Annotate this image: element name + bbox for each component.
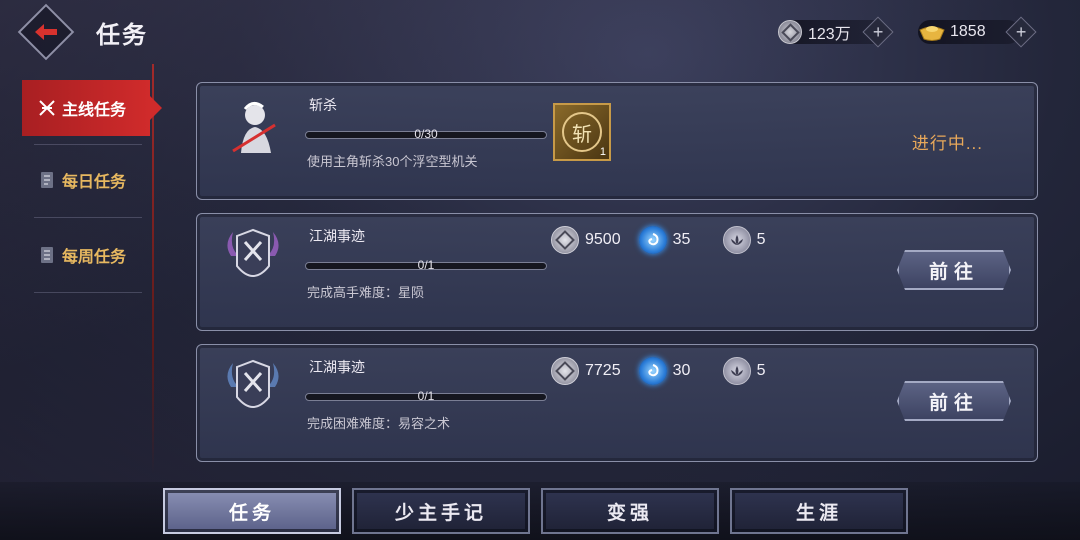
task-description: 完成高手难度：星陨 [307, 285, 425, 300]
tab-tasks[interactable]: 任务 [163, 488, 341, 534]
gold-currency: 1858 + [918, 16, 1037, 48]
reward-row: 9500 35 5 [551, 226, 807, 254]
reward-blue-swirl[interactable]: 35 [638, 226, 705, 254]
go-button[interactable]: 前往 [897, 250, 1011, 290]
task-progress-text: 0/1 [417, 389, 435, 403]
sidebar-item-main-quest[interactable]: 主线任务 [22, 80, 162, 136]
reward-lotus[interactable]: 5 [722, 226, 789, 254]
back-button[interactable] [17, 3, 75, 61]
slash-skill-icon: 斩 [562, 112, 602, 152]
task-card: 江湖事迹 0/1 完成高手难度：星陨 9500 35 5 前往 [196, 213, 1038, 331]
task-category-sidebar: 主线任务 每日任务 每周任务 [0, 64, 162, 484]
sidebar-rail [152, 64, 154, 474]
reward-amount: 5 [756, 231, 766, 248]
sidebar-divider [34, 144, 142, 145]
bottom-tab-bar [0, 482, 1080, 540]
page-title: 任务 [96, 22, 148, 49]
sidebar-item-label: 每日任务 [62, 174, 127, 191]
sidebar-item-daily-quest[interactable]: 每日任务 [22, 152, 150, 208]
blue-swirl-icon [638, 226, 667, 254]
task-name: 江湖事迹 [309, 359, 365, 375]
jianghu-shield-icon [227, 228, 279, 277]
reward-item-slot[interactable]: 斩 1 [553, 103, 611, 161]
silver-currency: 123万 + [778, 16, 894, 48]
task-progress-text: 0/30 [414, 127, 438, 141]
reward-quantity: 1 [599, 146, 606, 158]
reward-silver[interactable]: 7725 [551, 357, 621, 385]
task-description: 完成困难难度：易容之术 [307, 416, 451, 431]
back-arrow-icon [35, 24, 57, 40]
tab-young-master-notes[interactable]: 少主手记 [352, 488, 530, 534]
silver-coin-icon [778, 20, 802, 44]
sidebar-divider [34, 217, 142, 218]
lotus-icon [722, 226, 751, 254]
sidebar-divider [34, 292, 142, 293]
book-icon [38, 246, 56, 264]
sidebar-item-weekly-quest[interactable]: 每周任务 [22, 227, 150, 283]
task-status: 进行中... [911, 134, 983, 153]
task-name: 斩杀 [309, 97, 337, 113]
sidebar-item-label: 每周任务 [62, 249, 127, 266]
reward-amount: 9500 [585, 231, 621, 248]
reward-amount: 30 [672, 362, 691, 379]
top-bar: 任务 123万 + 1858 + [0, 0, 1080, 64]
go-button[interactable]: 前往 [897, 381, 1011, 421]
task-card: 江湖事迹 0/1 完成困难难度：易容之术 7725 30 5 前往 [196, 344, 1038, 462]
main-quest-icon [38, 99, 56, 117]
sidebar-item-label: 主线任务 [62, 102, 127, 119]
reward-amount: 5 [756, 362, 766, 379]
reward-lotus[interactable]: 5 [722, 357, 789, 385]
task-card: 斩杀 0/30 使用主角斩杀30个浮空型机关 斩 1 进行中... [196, 82, 1038, 200]
warrior-emblem-icon [232, 102, 276, 153]
jianghu-shield-icon [227, 359, 279, 408]
gold-ingot-icon [919, 26, 945, 41]
silver-coin-icon [551, 226, 579, 254]
reward-amount: 7725 [585, 362, 621, 379]
task-progress-text: 0/1 [417, 258, 435, 272]
task-name: 江湖事迹 [309, 228, 365, 244]
blue-swirl-icon [638, 357, 667, 385]
reward-blue-swirl[interactable]: 30 [638, 357, 705, 385]
tab-career[interactable]: 生涯 [730, 488, 908, 534]
lotus-icon [722, 357, 751, 385]
reward-silver[interactable]: 9500 [551, 226, 621, 254]
task-description: 使用主角斩杀30个浮空型机关 [307, 154, 478, 169]
silver-coin-icon [551, 357, 579, 385]
reward-amount: 35 [672, 231, 691, 248]
reward-row: 7725 30 5 [551, 357, 807, 385]
scroll-icon [38, 171, 56, 189]
tab-get-stronger[interactable]: 变强 [541, 488, 719, 534]
